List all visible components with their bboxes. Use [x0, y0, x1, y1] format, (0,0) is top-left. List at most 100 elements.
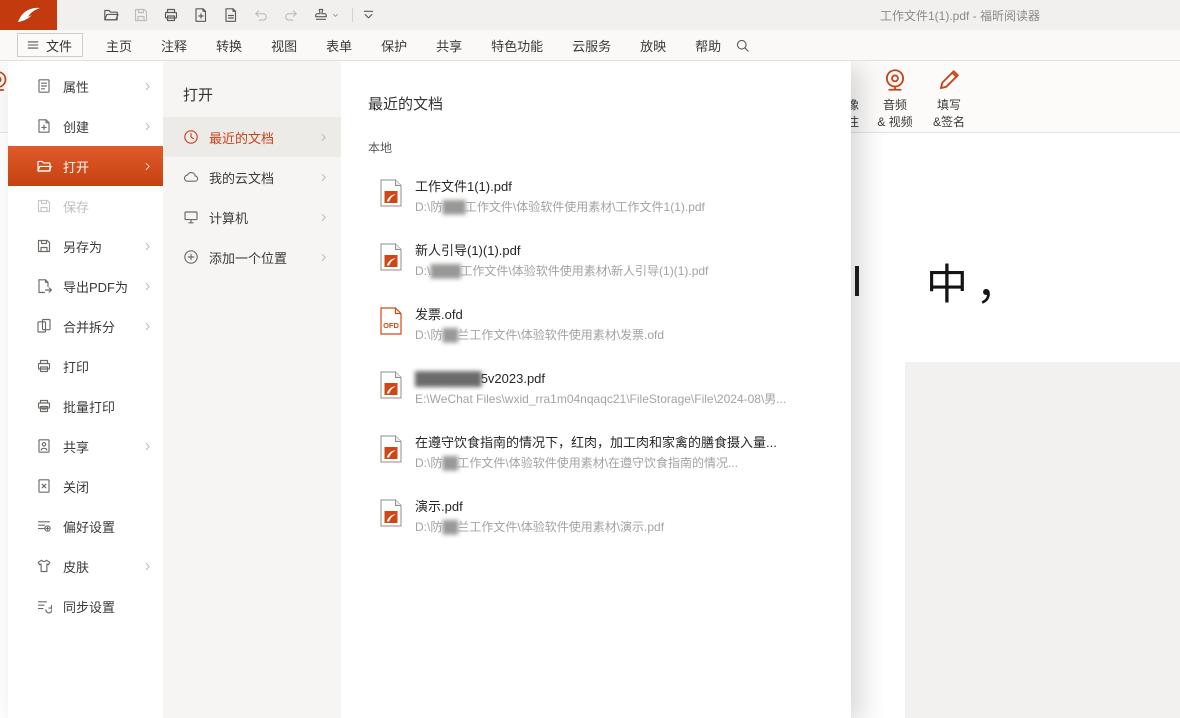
document-visible-text: 中，: [926, 251, 1026, 312]
file-menu-item-label: 批量打印: [63, 397, 115, 416]
file-menu-item-preferences[interactable]: 偏好设置: [8, 506, 163, 546]
sync-icon: [36, 598, 52, 614]
file-menu-item-save: 保存: [8, 186, 163, 226]
document-partial-character: [855, 266, 859, 296]
combine-icon: [36, 318, 52, 334]
chevron-right-icon: [142, 441, 153, 452]
chevron-right-icon: [318, 212, 329, 223]
search-icon[interactable]: [735, 38, 750, 53]
open-submenu-item-label: 最近的文档: [209, 128, 274, 147]
foxit-logo-icon[interactable]: [0, 0, 57, 30]
file-menu-items: 属性创建打开保存另存为导出PDF为合并拆分打印批量打印共享关闭偏好设置皮肤同步设…: [8, 61, 163, 718]
chevron-right-icon: [142, 81, 153, 92]
print-icon[interactable]: [163, 7, 179, 23]
open-submenu-item-label: 计算机: [209, 208, 248, 227]
webcam-icon: [882, 65, 908, 95]
open-submenu-item-label: 添加一个位置: [209, 248, 287, 267]
pencil-icon: [936, 65, 962, 95]
open-icon: [36, 158, 52, 174]
recent-doc-row[interactable]: OFD 发票.ofd D:\防██兰工作文件\体验软件使用素材\发票.ofd: [368, 297, 851, 361]
clock-icon: [183, 129, 199, 145]
recent-doc-row[interactable]: 演示.pdf D:\防██兰工作文件\体验软件使用素材\演示.pdf: [368, 489, 851, 553]
pdf-file-icon: [380, 179, 402, 207]
menu-tab[interactable]: 主页: [106, 36, 132, 55]
svg-text:OFD: OFD: [383, 321, 399, 330]
customize-toolbar-icon[interactable]: [361, 8, 376, 23]
file-menu-item-batch-print[interactable]: 批量打印: [8, 386, 163, 426]
file-menu-item-print[interactable]: 打印: [8, 346, 163, 386]
open-submenu-item-computer[interactable]: 计算机: [163, 197, 341, 237]
audio-video-button[interactable]: 音频 & 视频: [866, 65, 924, 129]
menu-tab[interactable]: 视图: [271, 36, 297, 55]
add-place-icon: [183, 249, 199, 265]
menu-tab[interactable]: 转换: [216, 36, 242, 55]
chevron-right-icon: [142, 121, 153, 132]
doc-path: D:\防███工作文件\体验软件使用素材\工作文件1(1).pdf: [415, 200, 705, 215]
menu-tab[interactable]: 特色功能: [491, 36, 543, 55]
pdf-file-icon: [380, 435, 402, 463]
open-submenu-item-add-a-place[interactable]: 添加一个位置: [163, 237, 341, 277]
recent-doc-row[interactable]: 在遵守饮食指南的情况下，红肉，加工肉和家禽的膳食摄入量...D:\防██工作文件…: [368, 425, 851, 489]
recent-docs-title: 最近的文档: [368, 93, 851, 114]
undo-icon: [253, 7, 269, 23]
menu-tab[interactable]: 云服务: [572, 36, 611, 55]
file-menu-item-share[interactable]: 共享: [8, 426, 163, 466]
menu-tab[interactable]: 保护: [381, 36, 407, 55]
create-pdf-icon[interactable]: [193, 7, 209, 23]
file-menu-item-open[interactable]: 打开: [8, 146, 163, 186]
file-menu-item-sync-settings[interactable]: 同步设置: [8, 586, 163, 626]
doc-name: 发票.ofd: [415, 306, 664, 323]
window-title: 工作文件1(1).pdf - 福昕阅读器: [770, 7, 1150, 24]
open-submenu-item-my-cloud-documents[interactable]: 我的云文档: [163, 157, 341, 197]
convert-pdf-icon[interactable]: [223, 7, 239, 23]
open-file-icon[interactable]: [103, 7, 119, 23]
floppy-icon: [36, 198, 52, 214]
open-submenu-items: 最近的文档我的云文档计算机添加一个位置: [163, 117, 341, 277]
file-menu-item-create[interactable]: 创建: [8, 106, 163, 146]
doc-name: 工作文件1(1).pdf: [415, 178, 705, 195]
file-menu-item-save-as[interactable]: 另存为: [8, 226, 163, 266]
menu-tab[interactable]: 共享: [436, 36, 462, 55]
file-menu-item-export-pdf[interactable]: 导出PDF为: [8, 266, 163, 306]
fill-sign-button[interactable]: 填写 &签名: [920, 65, 978, 129]
file-menu-item-close[interactable]: 关闭: [8, 466, 163, 506]
file-menu-item-label: 导出PDF为: [63, 277, 128, 296]
share-icon: [36, 438, 52, 454]
save-icon: [133, 7, 149, 23]
open-submenu-item-recent-documents[interactable]: 最近的文档: [163, 117, 341, 157]
doc-path: D:\防██兰工作文件\体验软件使用素材\演示.pdf: [415, 520, 664, 535]
file-menu-button[interactable]: 文件: [17, 33, 83, 57]
menu-tab[interactable]: 帮助: [695, 36, 721, 55]
quick-access-toolbar: [103, 7, 340, 23]
recent-doc-row[interactable]: 工作文件1(1).pdf D:\防███工作文件\体验软件使用素材\工作文件1(1…: [368, 169, 851, 233]
file-menu-item-label: 打开: [63, 157, 89, 176]
document-image-block: [905, 362, 1180, 718]
stamp-tool-icon[interactable]: [313, 7, 340, 23]
fill-sign-label-line2: &签名: [933, 115, 965, 129]
file-menu-item-label: 关闭: [63, 477, 89, 496]
recent-doc-row[interactable]: 新人引导(1)(1).pdfD:\████工作文件\体验软件使用素材\新人引导(…: [368, 233, 851, 297]
file-menu-item-label: 共享: [63, 437, 89, 456]
chevron-right-icon: [318, 252, 329, 263]
computer-icon: [183, 209, 199, 225]
pdf-file-icon: [380, 371, 402, 399]
menu-tab[interactable]: 放映: [640, 36, 666, 55]
doc-path: D:\防██工作文件\体验软件使用素材\在遵守饮食指南的情况...: [415, 456, 777, 471]
redacted-text: ████: [430, 264, 460, 278]
redacted-text: ██: [442, 520, 457, 534]
doc-path: D:\防██兰工作文件\体验软件使用素材\发票.ofd: [415, 328, 664, 343]
doc-name: 演示.pdf: [415, 498, 664, 515]
recent-doc-row[interactable]: ████████5v2023.pdfE:\WeChat Files\wxid_r…: [368, 361, 851, 425]
menu-tab[interactable]: 注释: [161, 36, 187, 55]
pdf-file-icon: [380, 499, 402, 527]
file-menu-item-combine-split[interactable]: 合并拆分: [8, 306, 163, 346]
export-pdf-icon: [36, 278, 52, 294]
file-menu-item-skin[interactable]: 皮肤: [8, 546, 163, 586]
file-menu-item-properties[interactable]: 属性: [8, 66, 163, 106]
menu-tab[interactable]: 表单: [326, 36, 352, 55]
local-section-label: 本地: [368, 139, 851, 156]
chevron-right-icon: [142, 321, 153, 332]
doc-name: ████████5v2023.pdf: [415, 370, 786, 387]
pdf-file-icon: [380, 243, 402, 271]
cloud-icon: [183, 169, 199, 185]
